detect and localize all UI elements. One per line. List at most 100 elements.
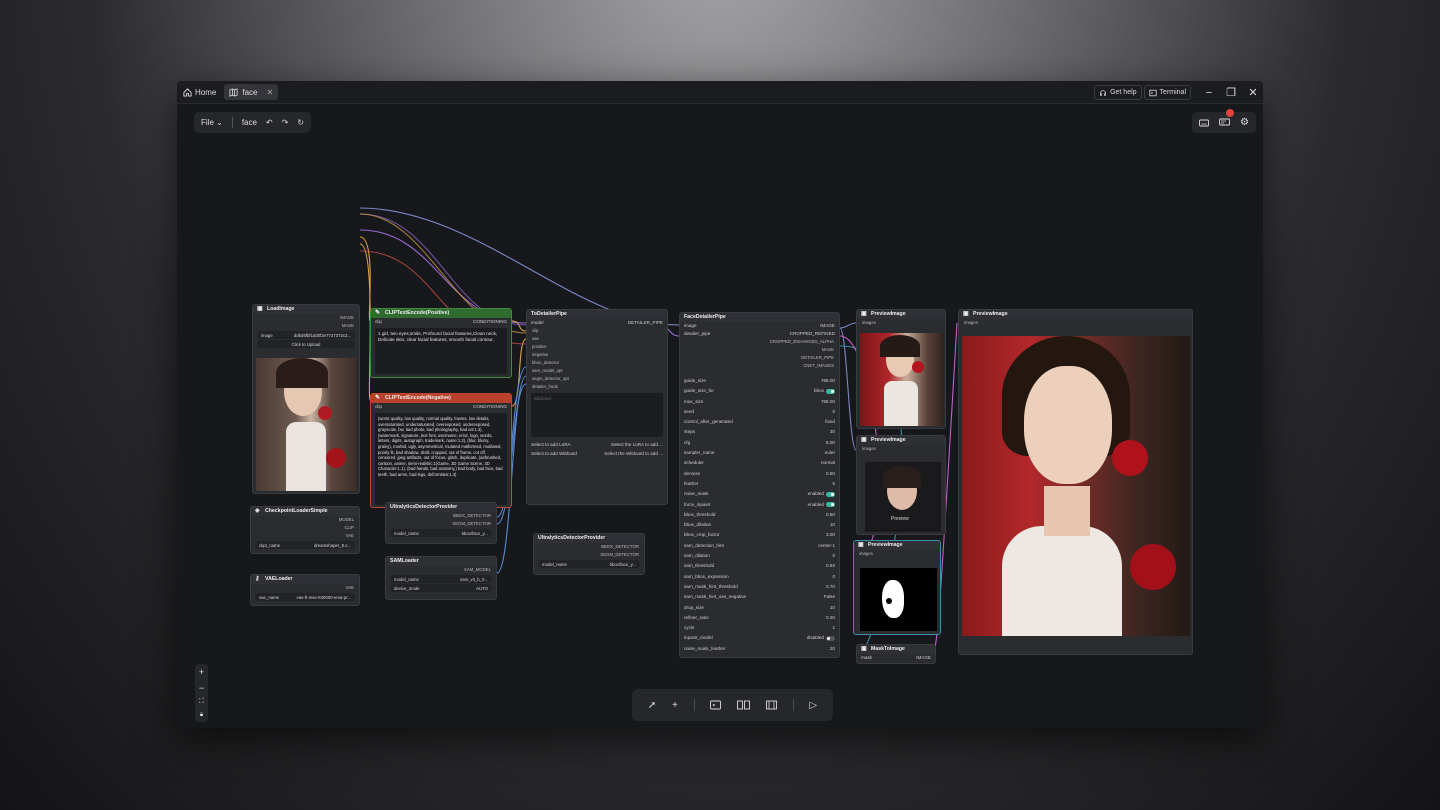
output-vae[interactable]: VAE <box>251 532 354 540</box>
widget-row-sam-mask-hint-threshold[interactable]: sam_mask_hint_threshold 0.70 <box>680 582 839 592</box>
output-bbox-detector[interactable]: BBOX_DETECTOR <box>386 512 491 520</box>
toggle-switch[interactable] <box>826 501 835 507</box>
input-clip[interactable]: clip <box>375 403 382 411</box>
output-clip[interactable]: CLIP <box>251 524 354 532</box>
widget-row-refiner-ratio[interactable]: refiner_ratio 0.20 <box>680 613 839 623</box>
terminal-button[interactable]: Terminal <box>1143 85 1191 100</box>
widget-row-guide-size-for[interactable]: guide_size_for bbox <box>680 386 839 396</box>
widget-row-sampler-name[interactable]: sampler_name euler <box>680 448 839 458</box>
widget-row-force-inpaint[interactable]: force_inpaint enabled <box>680 500 839 510</box>
fit-view-icon[interactable]: ⛶ <box>199 698 204 706</box>
pointer-icon[interactable]: ➚ <box>648 700 656 711</box>
output-detailer-pipe[interactable]: DETAILER_PIPE <box>628 319 663 327</box>
ckpt-name-select[interactable]: ckpt_name dreamshaper_8.s... <box>255 541 355 549</box>
negative-prompt-textarea[interactable]: (worst quality, low quality, normal qual… <box>375 413 507 505</box>
input-negative[interactable]: negative <box>532 351 667 359</box>
input-model[interactable]: model <box>531 319 544 327</box>
to-detailer-pipe-node[interactable]: ToDetailerPipe model DETAILER_PIPE clip v… <box>526 309 668 505</box>
widget-row-control-after-generated[interactable]: control_after_generated fixed <box>680 417 839 427</box>
upload-button[interactable]: Click to Upload <box>257 340 355 348</box>
wildcard-select[interactable]: Select the Wildcard to add ... <box>604 449 663 458</box>
ultralytics-detector-node-1[interactable]: UltralyticsDetectorProvider BBOX_DETECTO… <box>385 502 497 544</box>
input-clip[interactable]: clip <box>375 318 382 326</box>
clip-positive-node[interactable]: ✎ CLIPTextEncode(Positive) clip CONDITIONI… <box>370 308 512 378</box>
preview-image-node-1[interactable]: ▣ PreviewImage images <box>856 309 946 429</box>
output-cnet-images[interactable]: CNET_IMAGES <box>680 362 834 370</box>
graph-canvas[interactable]: File ⌄ face ↶ ↷ ↻ ⚙ ▣ LoadImage IMAGE MA… <box>177 104 1263 728</box>
input-images[interactable]: images <box>862 445 945 453</box>
input-vae[interactable]: vae <box>532 335 667 343</box>
widget-row-sam-bbox-expansion[interactable]: sam_bbox_expansion 0 <box>680 572 839 582</box>
widget-row-scheduler[interactable]: scheduler normal <box>680 458 839 468</box>
positive-prompt-textarea[interactable]: 1 girl, two eyes,smile, Profound facial … <box>375 328 507 374</box>
widget-row-sam-threshold[interactable]: sam_threshold 0.93 <box>680 561 839 571</box>
widget-row-sam-mask-hint-use-negative[interactable]: sam_mask_hint_use_negative False <box>680 592 839 602</box>
output-image[interactable]: IMAGE <box>916 654 931 662</box>
output-vae[interactable]: VAE <box>251 584 354 592</box>
zoom-out-icon[interactable]: − <box>199 683 204 693</box>
face-detailer-pipe-node[interactable]: FaceDetailerPipe image IMAGE detailer_pip… <box>679 312 840 658</box>
widget-row-bbox-threshold[interactable]: bbox_threshold 0.50 <box>680 510 839 520</box>
model-name-select[interactable]: model_name bbox/face_y... <box>538 560 640 568</box>
run-icon[interactable]: ▷ <box>809 700 817 711</box>
output-conditioning[interactable]: CONDITIONING <box>473 403 507 411</box>
nodes-icon[interactable] <box>737 700 751 710</box>
widget-row-noise-mask[interactable]: noise_mask enabled <box>680 489 839 499</box>
checkpoint-loader-node[interactable]: ◈ CheckpointLoaderSimple MODEL CLIP VAE ckp… <box>250 506 360 554</box>
toggle-switch[interactable] <box>826 388 835 394</box>
output-mask[interactable]: MASK <box>253 322 354 330</box>
lora-select[interactable]: Select the LoRA to add ... <box>611 440 663 449</box>
vae-loader-node[interactable]: ⚷ VAELoader VAE vae_name vae-ft-mse-840000… <box>250 574 360 606</box>
preview-image-node-large[interactable]: ▣ PreviewImage images <box>958 309 1193 655</box>
widget-row-sam-dilation[interactable]: sam_dilation 0 <box>680 551 839 561</box>
output-segm-detector[interactable]: SEGM_DETECTOR <box>386 520 491 528</box>
widget-row-steps[interactable]: steps 30 <box>680 427 839 437</box>
get-help-button[interactable]: Get help <box>1094 85 1142 100</box>
close-icon[interactable]: ✕ <box>266 88 273 97</box>
input-images[interactable]: images <box>859 550 940 558</box>
input-detailer-pipe[interactable]: detailer_pipe <box>684 330 710 338</box>
restore-icon[interactable]: ❐ <box>1221 86 1241 99</box>
wildcard-textarea[interactable]: wildcard <box>531 393 663 437</box>
zoom-in-icon[interactable]: + <box>199 667 204 677</box>
widget-row-feather[interactable]: feather 5 <box>680 479 839 489</box>
output-cropped-refined[interactable]: CROPPED_REFINED <box>790 330 835 338</box>
mask-to-image-node[interactable]: ▣ MaskToImage mask IMAGE <box>856 644 936 664</box>
widget-row-cycle[interactable]: cycle 1 <box>680 623 839 633</box>
window-close-icon[interactable]: ✕ <box>1243 86 1263 99</box>
output-detailer-pipe[interactable]: DETAILER_PIPE <box>680 354 834 362</box>
lock-icon[interactable]: 🔒︎ <box>200 712 203 719</box>
output-image[interactable]: IMAGE <box>820 322 835 330</box>
home-tab[interactable]: Home <box>177 81 222 104</box>
plus-icon[interactable]: + <box>672 700 678 711</box>
output-mask[interactable]: MASK <box>680 346 834 354</box>
toggle-switch[interactable] <box>826 491 835 497</box>
widget-row-bbox-dilation[interactable]: bbox_dilation 10 <box>680 520 839 530</box>
widget-row-seed[interactable]: seed 0 <box>680 407 839 417</box>
input-image[interactable]: image <box>684 322 697 330</box>
input-positive[interactable]: positive <box>532 343 667 351</box>
toggle-switch[interactable] <box>826 635 835 641</box>
input-sam-model-opt[interactable]: sam_model_opt <box>532 367 667 375</box>
widget-row-noise-mask-feather[interactable]: noise_mask_feather 20 <box>680 644 839 654</box>
output-model[interactable]: MODEL <box>251 516 354 524</box>
widget-row-denoise[interactable]: denoise 0.50 <box>680 469 839 479</box>
workflow-tab[interactable]: face ✕ <box>224 84 279 100</box>
output-segm-detector[interactable]: SEGM_DETECTOR <box>534 551 639 559</box>
widget-row-sam-detection-hint[interactable]: sam_detection_hint center-1 <box>680 541 839 551</box>
input-clip[interactable]: clip <box>532 327 667 335</box>
widget-row-cfg[interactable]: cfg 8.00 <box>680 438 839 448</box>
input-images[interactable]: images <box>964 319 1192 327</box>
preview-image-node-2[interactable]: ▣ PreviewImage images Preview <box>856 435 946 535</box>
sam-loader-node[interactable]: SAMLoader SAM_MODEL model_name sam_vit_b_… <box>385 556 497 600</box>
widget-row-inpaint-model[interactable]: inpaint_model disabled <box>680 633 839 643</box>
input-images[interactable]: images <box>862 319 945 327</box>
model-name-select[interactable]: model_name bbox/face_y... <box>390 529 492 537</box>
vae-name-select[interactable]: vae_name vae-ft-mse-840000-ema-pr... <box>255 593 355 601</box>
minimize-icon[interactable]: − <box>1199 87 1219 99</box>
input-detailer-hook[interactable]: detailer_hook <box>532 383 667 391</box>
sam-model-select[interactable]: model_name sam_vit_b_0... <box>390 575 492 583</box>
preview-image-node-3[interactable]: ▣ PreviewImage images <box>853 540 941 635</box>
load-image-node[interactable]: ▣ LoadImage IMAGE MASK image dd6d6fbf1dd0f2… <box>252 304 360 494</box>
widget-row-drop-size[interactable]: drop_size 10 <box>680 603 839 613</box>
